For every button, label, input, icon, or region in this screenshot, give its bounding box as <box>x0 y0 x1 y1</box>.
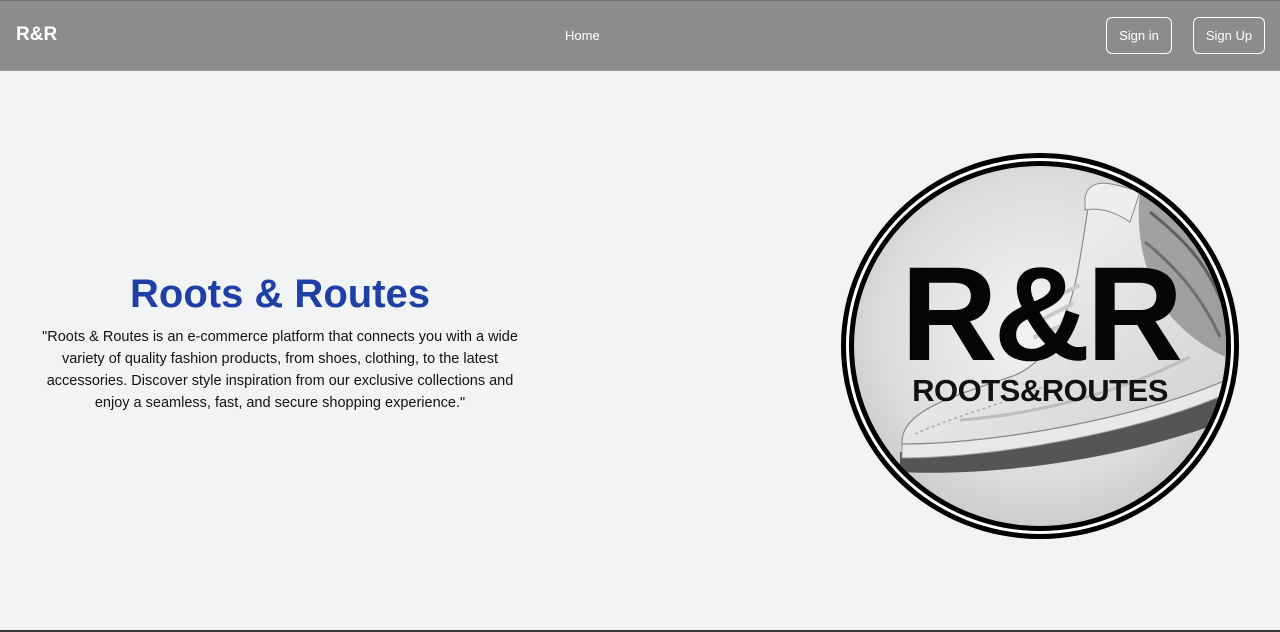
navbar: R&R Home Sign in Sign Up <box>0 0 1280 71</box>
sign-in-button[interactable]: Sign in <box>1106 17 1172 54</box>
brand-logo-link[interactable]: R&R <box>16 24 57 46</box>
sign-up-button[interactable]: Sign Up <box>1193 17 1265 54</box>
brand-logo-image: R&R ROOTS&ROUTES <box>840 152 1242 542</box>
logo-wordmark-text: ROOTS&ROUTES <box>912 373 1168 408</box>
sneaker-logo-graphic: R&R ROOTS&ROUTES <box>841 153 1239 539</box>
nav-link-home[interactable]: Home <box>565 28 600 43</box>
hero-section: Roots & Routes "Roots & Routes is an e-c… <box>30 270 530 414</box>
logo-monogram-text: R&R <box>901 240 1182 389</box>
hero-title: Roots & Routes <box>130 272 430 316</box>
hero-description: "Roots & Routes is an e-commerce platfor… <box>42 329 518 411</box>
